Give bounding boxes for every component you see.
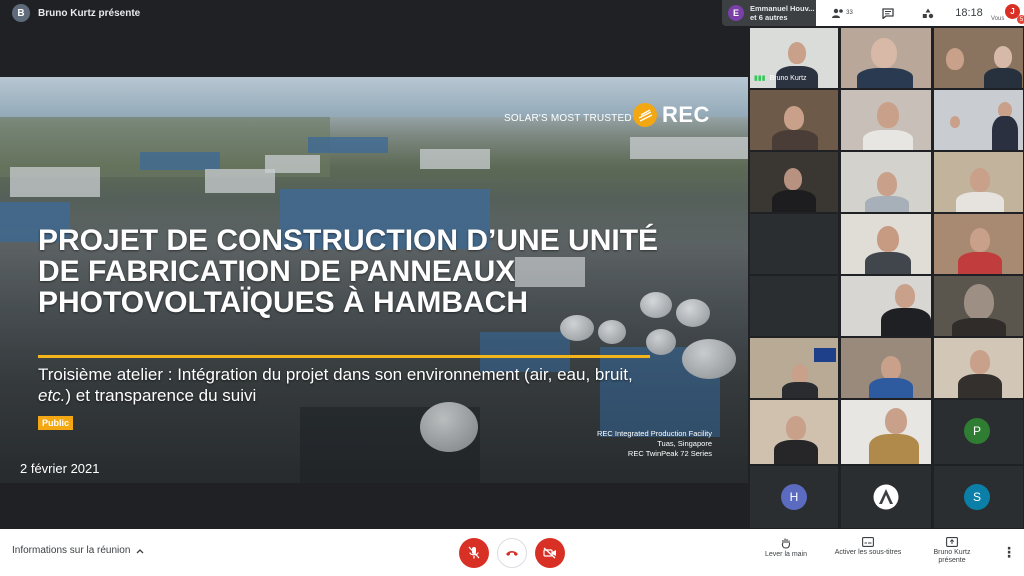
subtitle-em: etc. [38, 386, 66, 405]
raise-hand-label: Lever la main [764, 551, 808, 558]
slide-photo-building [420, 149, 490, 169]
participant-tile-logo[interactable] [841, 466, 931, 528]
slide-title: PROJET DE CONSTRUCTION D’UNE UNITÉ DE FA… [38, 224, 659, 319]
presenting-line1: Bruno Kurtz [933, 549, 971, 556]
participant-tile[interactable] [841, 400, 931, 464]
meeting-info-label: Informations sur la réunion [12, 545, 131, 556]
rec-logo: REC [632, 102, 710, 128]
rec-sun-icon [633, 103, 657, 127]
caption-line1: REC Integrated Production Facility [596, 429, 712, 438]
participants-line2: et 6 autres [750, 13, 788, 22]
hand-icon [781, 538, 791, 549]
hang-up-icon [506, 551, 518, 556]
chevron-up-icon [136, 548, 144, 553]
more-options-icon[interactable]: ⋮ [1002, 544, 1016, 561]
captions-label: Activer les sous-titres [834, 549, 902, 556]
participant-tile[interactable] [841, 90, 931, 150]
rec-logo-text: REC [662, 102, 710, 127]
participant-tile[interactable] [750, 90, 838, 150]
caption-line3: REC TwinPeak 72 Series [627, 449, 712, 458]
participant-tile[interactable] [841, 214, 931, 274]
participant-tile[interactable] [934, 152, 1023, 212]
participant-tile[interactable] [841, 276, 931, 336]
people-icon [832, 8, 843, 18]
clock: 18:18 [955, 7, 983, 19]
captions-icon [862, 537, 874, 547]
mic-off-button[interactable] [459, 538, 489, 568]
subtitle-part1: Troisième atelier : Intégration du proje… [38, 365, 633, 384]
participant-tile[interactable] [750, 276, 838, 336]
participant-tile[interactable] [750, 400, 838, 464]
participant-tile[interactable] [750, 152, 838, 212]
title-underline [38, 355, 650, 358]
slide-photo-building [10, 167, 100, 197]
active-speaker-tag: ▮▮▮ Bruno Kurtz [754, 74, 807, 83]
avatar-h: H [781, 484, 807, 510]
presenter-text: Bruno Kurtz présente [38, 7, 141, 19]
slide-tagline: SOLAR'S MOST TRUSTED [504, 113, 632, 124]
active-speaker-name: Bruno Kurtz [769, 74, 807, 82]
raise-hand-button[interactable]: Lever la main [758, 537, 814, 559]
speaking-icon: ▮▮▮ [754, 75, 766, 82]
participant-tile[interactable] [841, 28, 931, 88]
participants-preview[interactable]: E Emmanuel Houv... et 6 autres [722, 0, 818, 26]
participant-grid: ▮▮▮ Bruno Kurtz P H S [748, 26, 1024, 529]
slide-photo-building [140, 152, 220, 170]
participant-tile[interactable] [750, 338, 838, 398]
meeting-info-button[interactable]: Informations sur la réunion [12, 545, 144, 556]
hang-up-button[interactable] [497, 538, 527, 568]
participant-tile-p[interactable]: P [934, 400, 1023, 464]
caption-line2: Tuas, Singapore [657, 439, 712, 448]
meet-window: B Bruno Kurtz présente E Emmanuel Houv..… [0, 0, 1024, 576]
notification-badge: 5 [1017, 15, 1024, 24]
avatar-p: P [964, 418, 990, 444]
bottom-bar: Informations sur la réunion Lever la mai… [0, 529, 1024, 576]
participants-line1: Emmanuel Houv... [750, 4, 815, 13]
captions-button[interactable]: Activer les sous-titres [826, 537, 910, 557]
you-label: Vous [991, 16, 1005, 22]
participant-tile[interactable] [934, 214, 1023, 274]
participant-tile-s[interactable]: S [934, 466, 1023, 528]
slide-subtitle: Troisième atelier : Intégration du proje… [38, 364, 638, 406]
participant-tile-h[interactable]: H [750, 466, 838, 528]
slide-photo-building [308, 137, 388, 153]
slide-photo-building [265, 155, 320, 173]
participant-tile[interactable]: ▮▮▮ Bruno Kurtz [750, 28, 838, 88]
presenter-chip: B Bruno Kurtz présente [12, 3, 140, 23]
chat-icon [882, 7, 894, 19]
people-count: 33 [846, 10, 853, 16]
activities-icon [922, 8, 934, 18]
chat-button[interactable] [868, 7, 908, 19]
participant-logo-icon [873, 484, 899, 510]
participant-tile[interactable] [841, 152, 931, 212]
slide-photo-building [630, 137, 748, 159]
participant-tile[interactable] [934, 28, 1023, 88]
avatar-s: S [964, 484, 990, 510]
slide-date: 2 février 2021 [20, 461, 100, 476]
participant-tile[interactable] [934, 90, 1023, 150]
top-toolbar: 33 18:18 Vous J 5 [816, 0, 1024, 26]
participant-tile[interactable] [750, 214, 838, 274]
facility-caption: REC Integrated Production Facility Tuas,… [560, 429, 712, 459]
participants-text: Emmanuel Houv... et 6 autres [750, 4, 814, 22]
camera-off-icon [543, 547, 556, 559]
public-badge: Public [38, 416, 74, 430]
subtitle-part2: ) et transparence du suivi [65, 386, 257, 405]
people-button[interactable]: 33 [816, 8, 868, 18]
activities-button[interactable] [908, 8, 948, 19]
mic-off-icon [468, 546, 480, 559]
presenting-line2: présente [938, 557, 966, 564]
participant-tile[interactable] [841, 338, 931, 398]
participants-avatar: E [728, 5, 744, 21]
present-screen-icon [946, 537, 958, 547]
self-account[interactable]: Vous J 5 [990, 0, 1024, 26]
participant-tile[interactable] [934, 338, 1023, 398]
camera-off-button[interactable] [535, 538, 565, 568]
presenter-avatar: B [12, 4, 30, 22]
presenting-button[interactable]: Bruno Kurtz présente [924, 537, 980, 565]
participant-tile[interactable] [934, 276, 1023, 336]
